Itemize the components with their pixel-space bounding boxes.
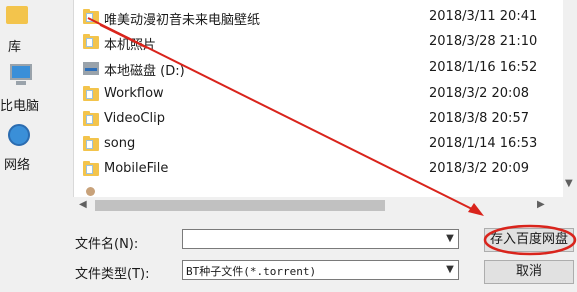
annotation-overlay (87, 17, 577, 256)
annotation-circle (483, 224, 577, 256)
annotation-line-2 (99, 24, 148, 49)
annotation-arrow-head (468, 203, 484, 216)
